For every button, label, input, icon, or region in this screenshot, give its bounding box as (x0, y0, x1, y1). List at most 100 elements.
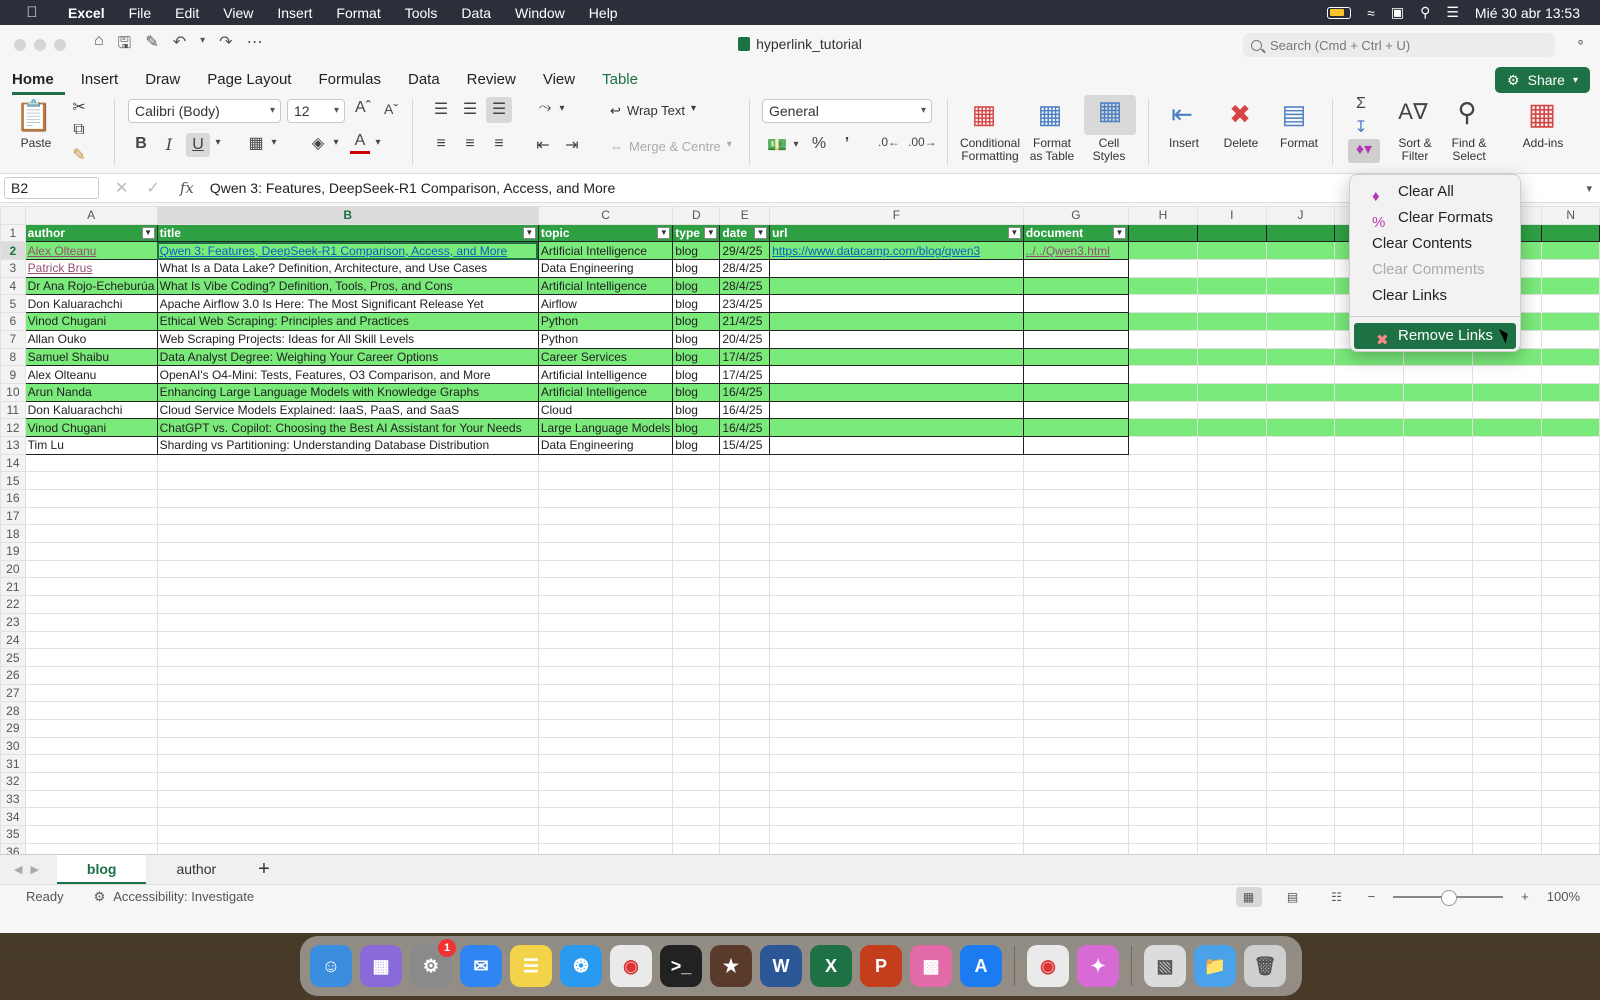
empty-cell[interactable] (156, 559, 539, 579)
font-color-icon[interactable]: A (350, 131, 370, 154)
table-cell[interactable]: 16/4/25 (719, 382, 771, 402)
empty-cell[interactable] (719, 471, 771, 490)
orientation-icon[interactable]: ⤳ (534, 99, 556, 117)
filter-dropdown-icon[interactable]: ▼ (522, 226, 536, 239)
empty-cell[interactable] (1265, 453, 1336, 473)
empty-cell[interactable] (1196, 329, 1267, 349)
empty-cell[interactable] (1472, 435, 1543, 455)
empty-cell[interactable] (719, 789, 771, 809)
table-cell[interactable]: Dr Ana Rojo-Echeburúa (24, 276, 158, 296)
menu-edit[interactable]: Edit (163, 5, 211, 21)
menu-insert[interactable]: Insert (265, 5, 324, 21)
empty-cell[interactable] (719, 736, 771, 756)
empty-cell[interactable] (769, 471, 1024, 490)
empty-cell[interactable] (24, 542, 158, 561)
table-cell[interactable]: Don Kaluarachchi (24, 294, 158, 314)
filter-dropdown-icon[interactable]: ▼ (1112, 226, 1126, 239)
table-cell[interactable] (1022, 312, 1129, 331)
decrease-decimal-icon[interactable]: .00→ (908, 135, 937, 149)
empty-cell[interactable] (769, 559, 1024, 579)
empty-cell[interactable] (1196, 612, 1267, 632)
table-cell[interactable] (1022, 347, 1129, 367)
empty-cell[interactable] (719, 648, 771, 667)
table-cell[interactable]: Tim Lu (24, 435, 158, 455)
table-cell[interactable]: blog (672, 294, 721, 314)
empty-cell[interactable] (1196, 701, 1267, 720)
zoom-in-icon[interactable]: + (1521, 889, 1529, 904)
table-cell[interactable] (769, 312, 1024, 331)
empty-cell[interactable] (1265, 223, 1336, 243)
empty-cell[interactable] (156, 648, 539, 667)
page-layout-view-icon[interactable]: ▤ (1280, 887, 1306, 907)
table-cell[interactable]: Vinod Chugani (24, 312, 158, 331)
empty-cell[interactable] (24, 842, 158, 854)
empty-cell[interactable] (24, 524, 158, 544)
empty-cell[interactable] (1265, 294, 1336, 314)
table-cell[interactable]: 23/4/25 (719, 294, 771, 314)
empty-cell[interactable] (1196, 718, 1267, 738)
col-header-j[interactable]: J (1265, 206, 1336, 225)
mail-icon[interactable]: ✉ (460, 945, 502, 987)
empty-cell[interactable] (1196, 736, 1267, 756)
empty-cell[interactable] (672, 630, 721, 650)
empty-cell[interactable] (1265, 825, 1336, 844)
menu-clear-contents[interactable]: Clear Contents (1350, 231, 1520, 257)
table-cell[interactable]: What Is a Data Lake? Definition, Archite… (156, 259, 539, 278)
empty-cell[interactable] (156, 524, 539, 544)
table-cell[interactable] (1022, 329, 1129, 349)
empty-cell[interactable] (1403, 559, 1474, 579)
empty-cell[interactable] (1265, 471, 1336, 490)
empty-cell[interactable] (1403, 577, 1474, 597)
table-cell[interactable]: Data Engineering (537, 435, 674, 455)
empty-cell[interactable] (1403, 789, 1474, 809)
empty-cell[interactable] (1541, 347, 1600, 367)
empty-cell[interactable] (1022, 489, 1129, 508)
empty-cell[interactable] (1265, 506, 1336, 526)
table-cell[interactable]: blog (672, 347, 721, 367)
empty-cell[interactable] (1541, 648, 1600, 667)
empty-cell[interactable] (1472, 524, 1543, 544)
empty-cell[interactable] (1127, 365, 1198, 384)
empty-cell[interactable] (1472, 453, 1543, 473)
empty-cell[interactable] (1196, 276, 1267, 296)
table-cell[interactable]: Artificial Intelligence (537, 241, 674, 261)
empty-cell[interactable] (719, 595, 771, 614)
empty-cell[interactable] (719, 506, 771, 526)
col-header-a[interactable]: A (24, 206, 158, 225)
add-ins-label[interactable]: Add-ins (1518, 137, 1568, 150)
empty-cell[interactable] (1022, 559, 1129, 579)
row-header[interactable]: 14 (0, 453, 26, 473)
empty-cell[interactable] (1127, 400, 1198, 420)
empty-cell[interactable] (537, 825, 674, 844)
sort-filter-icon[interactable]: A∇ (1396, 99, 1430, 131)
empty-cell[interactable] (1196, 223, 1267, 243)
menu-tools[interactable]: Tools (393, 5, 450, 21)
row-header[interactable]: 35 (0, 825, 26, 844)
empty-cell[interactable] (1541, 329, 1600, 349)
table-cell[interactable]: blog (672, 259, 721, 278)
empty-cell[interactable] (1127, 789, 1198, 809)
empty-cell[interactable] (156, 595, 539, 614)
table-cell[interactable]: blog (672, 365, 721, 384)
table-cell[interactable]: Artificial Intelligence (537, 276, 674, 296)
empty-cell[interactable] (1265, 630, 1336, 650)
empty-cell[interactable] (1265, 736, 1336, 756)
conditional-formatting-icon[interactable]: ▦ (966, 99, 1002, 131)
empty-cell[interactable] (1196, 471, 1267, 490)
empty-cell[interactable] (1265, 435, 1336, 455)
zoom-window-button[interactable] (54, 39, 66, 51)
empty-cell[interactable] (24, 453, 158, 473)
empty-cell[interactable] (1472, 754, 1543, 773)
empty-cell[interactable] (1403, 435, 1474, 455)
empty-cell[interactable] (1541, 506, 1600, 526)
page-break-view-icon[interactable]: ☷ (1324, 887, 1350, 907)
table-cell[interactable]: 17/4/25 (719, 347, 771, 367)
table-header-cell[interactable]: author ▼ (24, 223, 158, 243)
row-header[interactable]: 18 (0, 524, 26, 544)
filter-dropdown-icon[interactable]: ▼ (704, 226, 718, 239)
empty-cell[interactable] (24, 577, 158, 597)
increase-decimal-icon[interactable]: .0← (878, 135, 900, 149)
table-cell[interactable]: Data Analyst Degree: Weighing Your Caree… (156, 347, 539, 367)
empty-cell[interactable] (1403, 612, 1474, 632)
clear-eraser-icon[interactable]: ♦▾ (1348, 139, 1380, 163)
